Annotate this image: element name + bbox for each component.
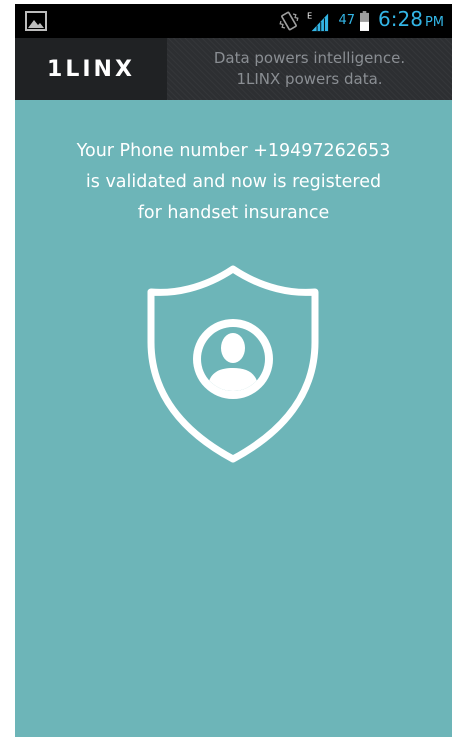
clock: 6:28 PM	[378, 4, 444, 40]
logo-box: 1LINX	[15, 38, 167, 100]
message-line-2: is validated and now is registered	[85, 172, 382, 192]
tagline-box: Data powers intelligence. 1LINX powers d…	[167, 38, 452, 100]
signal-edge-icon: E	[307, 10, 329, 32]
battery-icon	[360, 11, 370, 31]
status-bar: E 47 6:28 PM	[15, 4, 452, 38]
app-logo: 1LINX	[47, 56, 135, 82]
app-screen: E 47 6:28 PM 1LINX Data powers intelligen…	[15, 4, 452, 737]
confirmation-message: Your Phone number +19497262653 is valida…	[15, 136, 452, 229]
message-line-1: Your Phone number +19497262653	[76, 141, 391, 161]
shield-user-icon	[147, 265, 319, 463]
clock-ampm: PM	[424, 15, 444, 30]
battery-percent: 47	[338, 13, 356, 28]
tagline-line-1: Data powers intelligence.	[213, 49, 406, 67]
message-line-3: for handset insurance	[137, 203, 330, 223]
network-type-label: E	[307, 10, 312, 20]
clock-time: 6:28	[378, 7, 423, 31]
vibrate-icon	[279, 11, 300, 31]
tagline-line-2: 1LINX powers data.	[236, 70, 383, 88]
gallery-notification-icon	[25, 11, 47, 31]
app-header: 1LINX Data powers intelligence. 1LINX po…	[15, 38, 452, 100]
status-right-group: E 47 6:28 PM	[278, 4, 444, 38]
